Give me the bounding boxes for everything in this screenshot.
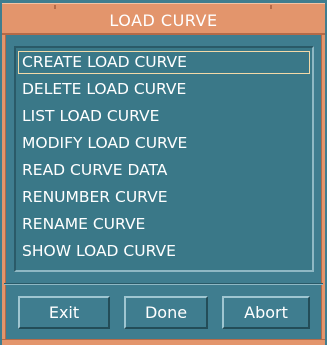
title-bar-notch [270,5,272,9]
list-item-renumber-curve[interactable]: RENUMBER CURVE [22,186,168,209]
list-item-create-load-curve[interactable]: CREATE LOAD CURVE [18,51,310,74]
list-item-modify-load-curve[interactable]: MODIFY LOAD CURVE [22,132,187,155]
abort-button[interactable]: Abort [222,296,310,329]
right-frame [321,35,325,341]
left-frame [2,35,6,341]
command-list[interactable]: CREATE LOAD CURVE DELETE LOAD CURVE LIST… [14,46,314,272]
list-item-list-load-curve[interactable]: LIST LOAD CURVE [22,105,159,128]
list-item-rename-curve[interactable]: RENAME CURVE [22,213,145,236]
list-item-show-load-curve[interactable]: SHOW LOAD CURVE [22,240,176,263]
bottom-frame [2,339,325,345]
window-title: LOAD CURVE [109,11,218,30]
divider [4,283,323,285]
load-curve-dialog: LOAD CURVE CREATE LOAD CURVE DELETE LOAD… [0,0,327,345]
list-item-delete-load-curve[interactable]: DELETE LOAD CURVE [22,78,186,101]
title-bar[interactable]: LOAD CURVE [2,3,325,35]
exit-button[interactable]: Exit [18,296,110,329]
title-bar-notch [54,5,56,9]
done-button[interactable]: Done [124,296,208,329]
list-item-read-curve-data[interactable]: READ CURVE DATA [22,159,167,182]
